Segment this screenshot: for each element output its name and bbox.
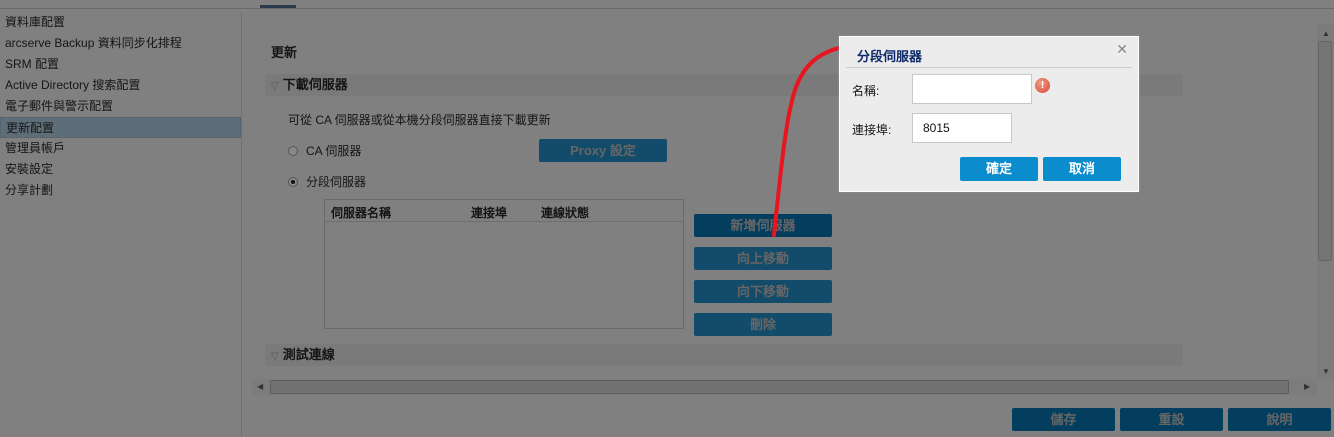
- port-label: 連接埠:: [852, 123, 892, 137]
- port-input[interactable]: [912, 113, 1012, 143]
- name-label: 名稱:: [852, 84, 880, 98]
- cancel-button[interactable]: 取消: [1043, 157, 1121, 181]
- ok-button[interactable]: 確定: [960, 157, 1038, 181]
- staging-server-dialog: 分段伺服器 ✕ 名稱: ! 連接埠: 確定 取消: [839, 36, 1139, 192]
- error-icon: !: [1035, 78, 1050, 93]
- close-icon[interactable]: ✕: [1116, 41, 1128, 58]
- dialog-title: 分段伺服器: [857, 49, 923, 64]
- dialog-divider: [846, 67, 1132, 68]
- name-input[interactable]: [912, 74, 1032, 104]
